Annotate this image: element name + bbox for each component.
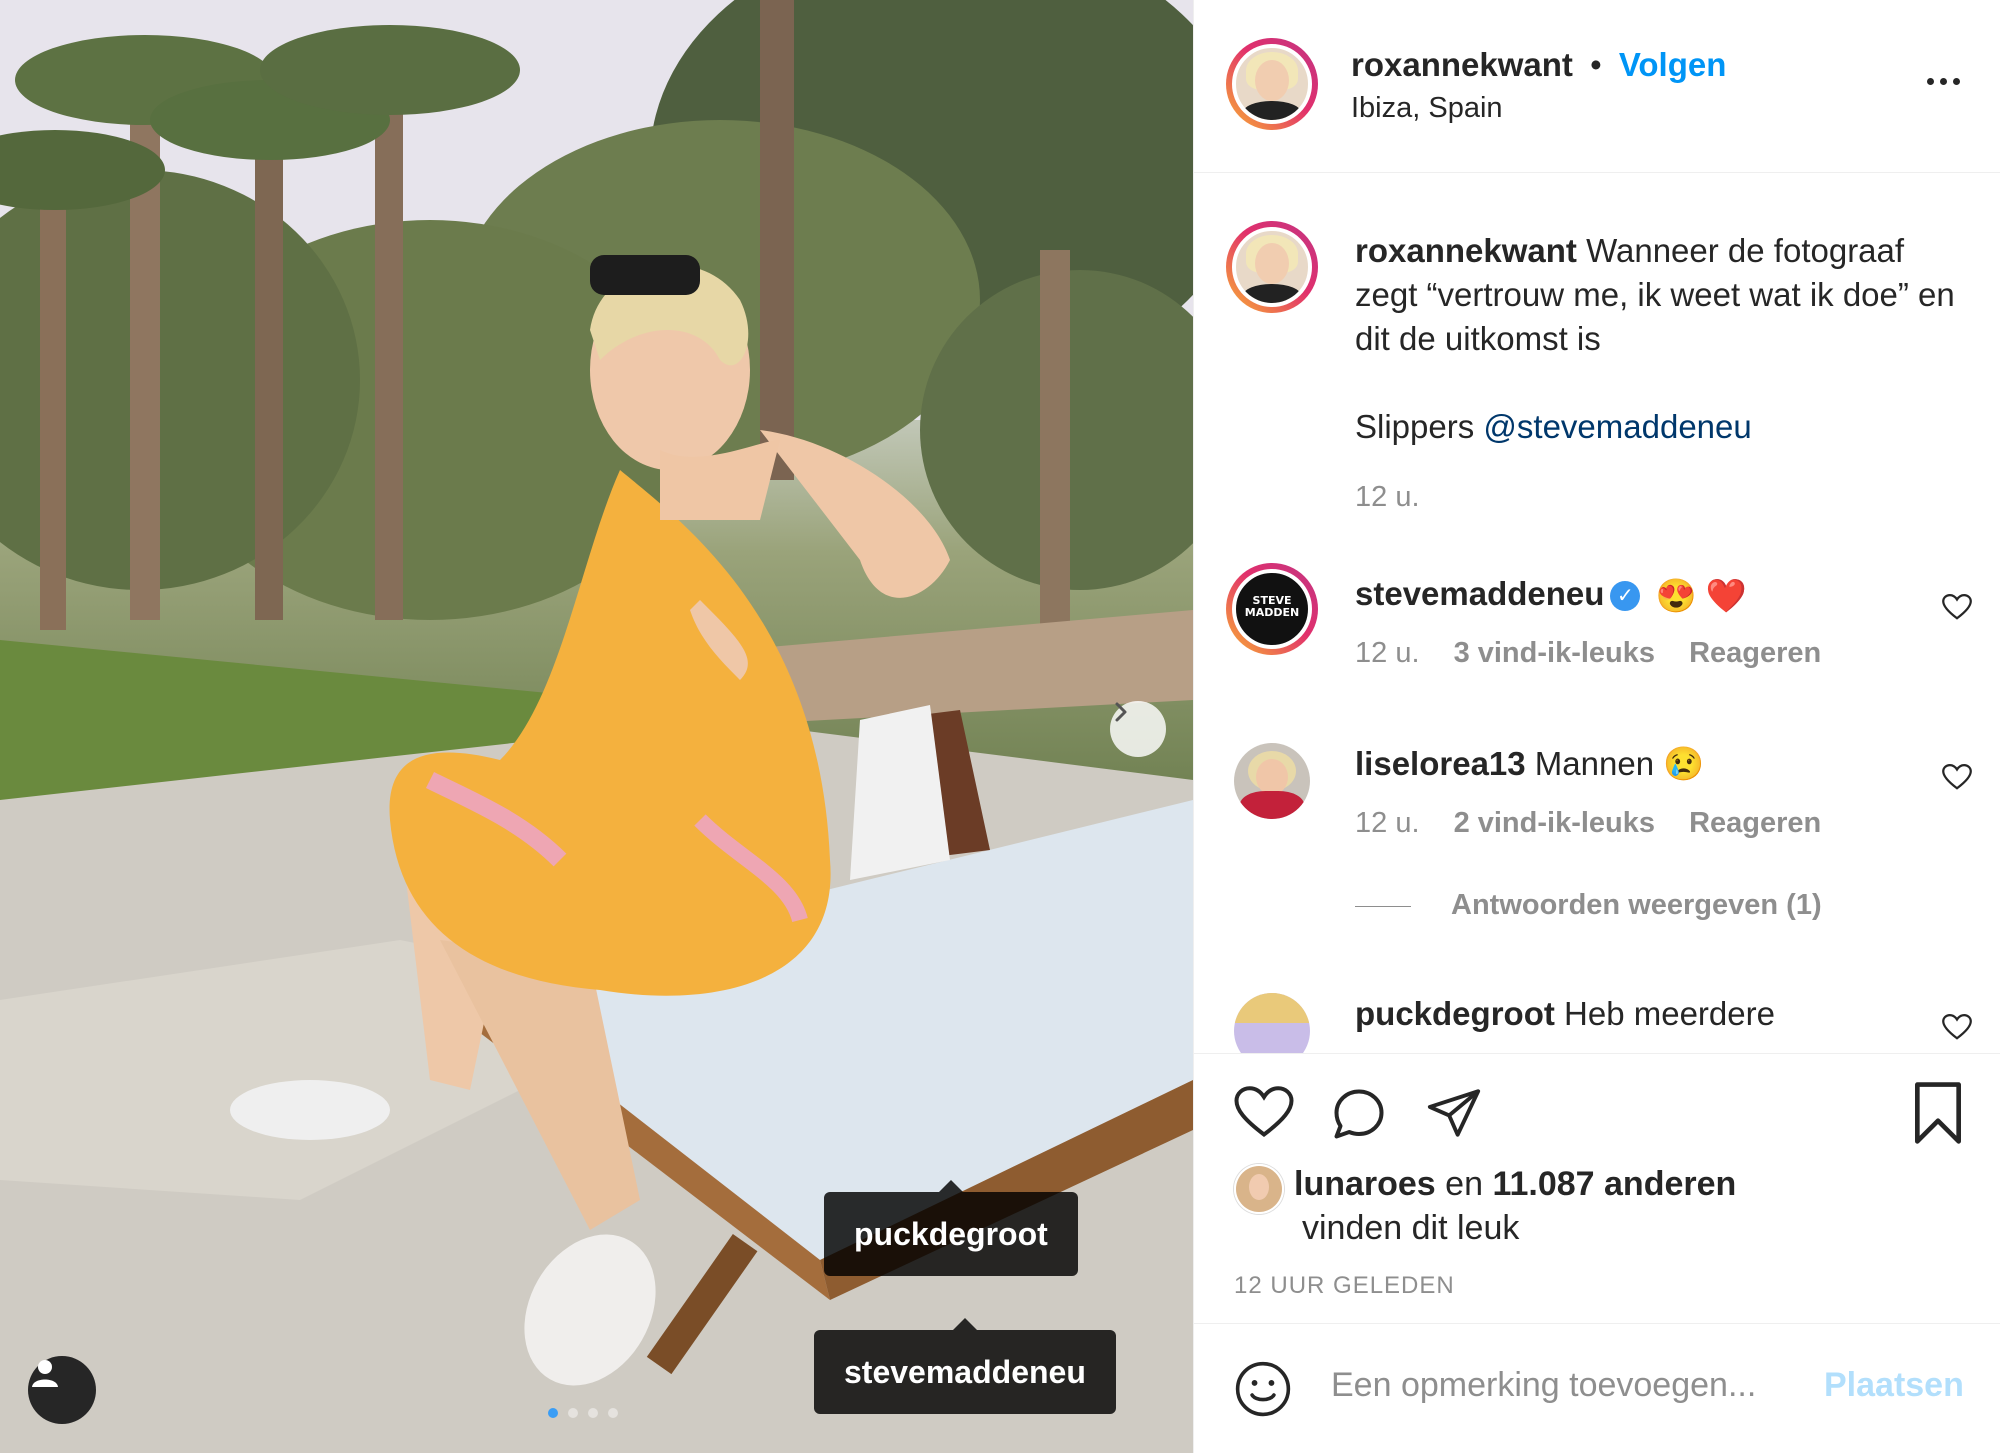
comment-username[interactable]: liselorea13 [1355,745,1526,782]
share-send-icon[interactable] [1424,1084,1484,1142]
photo-tag-stevemaddeneu[interactable]: stevemaddeneu [814,1318,1116,1414]
verified-badge-icon: ✓ [1610,581,1641,612]
emoji-smiley-icon[interactable] [1234,1360,1292,1418]
carousel-dot [608,1408,618,1418]
comment-like-heart-icon[interactable] [1942,593,1972,621]
view-replies-button[interactable]: Antwoorden weergeven (1) [1355,889,1822,922]
caption-slippers-label: Slippers [1355,408,1475,445]
comment-row: puckdegroot Heb meerdere [1355,995,1775,1033]
comment-bubble-icon[interactable] [1329,1084,1389,1144]
post-comment-button[interactable]: Plaatsen [1824,1366,1964,1405]
like-heart-icon[interactable] [1234,1084,1294,1140]
comment-reply-button[interactable]: Reageren [1689,807,1821,839]
comment-composer: Een opmerking toevoegen... Plaatsen [1194,1323,2000,1454]
bookmark-save-icon[interactable] [1912,1082,1964,1144]
comment-likes-count[interactable]: 2 vind-ik-leuks [1454,807,1655,839]
user-icon [32,1360,58,1387]
comment-row: stevemaddeneu ✓ 😍 ❤️ [1355,575,1747,616]
comment-reply-button[interactable]: Reageren [1689,637,1821,669]
show-tags-button[interactable] [28,1356,96,1424]
comment-text: 😍 ❤️ [1655,576,1747,614]
next-photo-button[interactable] [1110,701,1166,757]
comment-avatar-liselorea13[interactable] [1234,743,1310,819]
caption-username[interactable]: roxannekwant [1355,232,1577,269]
comment-avatar-stevemaddeneu[interactable]: STEVE MADDEN [1226,563,1318,655]
comment-meta: 12 u. 3 vind-ik-leuks Reageren [1355,637,1821,670]
comments-list[interactable]: roxannekwant Wanneer de fotograaf zegt “… [1194,173,2000,1053]
comment-meta: 12 u. 2 vind-ik-leuks Reageren [1355,807,1821,840]
post-caption: roxannekwant Wanneer de fotograaf zegt “… [1355,229,1975,449]
post-timestamp[interactable]: 12 UUR GELEDEN [1234,1272,1455,1300]
chevron-right-icon [1115,702,1127,722]
comment-likes-count[interactable]: 3 vind-ik-leuks [1454,637,1655,669]
carousel-dot [588,1408,598,1418]
comment-text: Heb meerdere [1564,995,1775,1032]
separator-dot: • [1590,46,1602,83]
caption-mention-link[interactable]: @stevemaddeneu [1483,408,1751,445]
post-details-panel: roxannekwant • Volgen Ibiza, Spain roxan… [1193,0,2000,1453]
post-actions: lunaroes en 11.087 anderen vinden dit le… [1194,1053,2000,1324]
caption-time: 12 u. [1355,481,1420,513]
author-username-header[interactable]: roxannekwant • Volgen [1351,46,1726,84]
comment-avatar-puckdegroot[interactable] [1234,993,1310,1053]
view-replies-label[interactable]: Antwoorden weergeven (1) [1451,889,1822,921]
comment-text: Mannen 😢 [1534,745,1705,782]
comment-row: liselorea13 Mannen 😢 [1355,745,1704,784]
likes-suffix: vinden dit leuk [1302,1209,1520,1247]
author-username[interactable]: roxannekwant [1351,46,1573,83]
carousel-indicator [548,1408,618,1418]
comment-time: 12 u. [1355,637,1420,669]
comment-time: 12 u. [1355,807,1420,839]
comment-username[interactable]: stevemaddeneu [1355,575,1604,612]
comment-like-heart-icon[interactable] [1942,763,1972,791]
replies-divider [1355,905,1411,907]
photo-tag-puckdegroot[interactable]: puckdegroot [824,1180,1078,1276]
carousel-dot [568,1408,578,1418]
liker-avatar[interactable] [1234,1164,1284,1214]
author-avatar[interactable] [1226,38,1318,130]
follow-button[interactable]: Volgen [1619,46,1727,83]
steve-madden-logo: STEVE MADDEN [1244,594,1300,619]
liker-username[interactable]: lunaroes [1294,1165,1436,1203]
likes-summary: lunaroes en 11.087 anderen vinden dit le… [1294,1162,1736,1250]
likes-others-link[interactable]: 11.087 anderen [1492,1165,1736,1203]
comment-input[interactable]: Een opmerking toevoegen... [1331,1366,1756,1405]
post-photo[interactable]: puckdegroot stevemaddeneu [0,0,1193,1453]
more-options-icon[interactable] [1927,78,1960,85]
post-header: roxannekwant • Volgen Ibiza, Spain [1194,0,2000,173]
carousel-dot-active [548,1408,558,1418]
caption-avatar[interactable] [1226,221,1318,313]
comment-username[interactable]: puckdegroot [1355,995,1555,1032]
likes-connector: en [1445,1165,1483,1203]
post-location[interactable]: Ibiza, Spain [1351,92,1503,125]
comment-like-heart-icon[interactable] [1942,1013,1972,1041]
